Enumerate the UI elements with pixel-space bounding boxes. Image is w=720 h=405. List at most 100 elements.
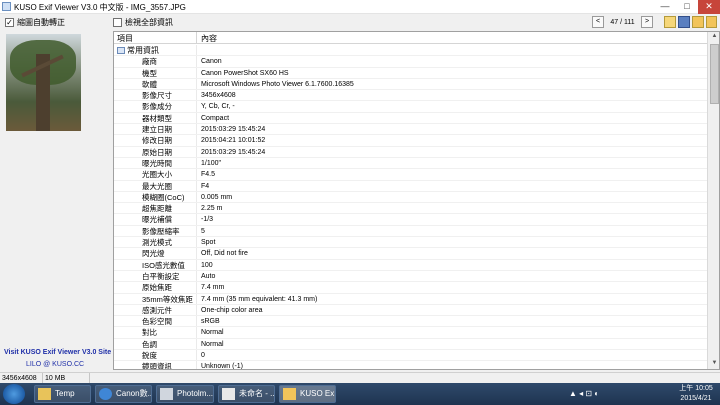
exif-item-value: 100 (201, 261, 213, 269)
export-icon[interactable] (692, 16, 704, 28)
exif-row[interactable]: ISO感光數值 100 (114, 260, 707, 271)
scrollbar-thumb[interactable] (710, 44, 719, 104)
taskbar-item-untitled[interactable]: 未命名 - ... (218, 385, 275, 403)
visit-site-link[interactable]: Visit KUSO Exif Viewer V3.0 Site (4, 349, 111, 356)
exif-item-label: 修改日期 (142, 136, 172, 146)
exif-row[interactable]: 測光模式 Spot (114, 237, 707, 249)
save-icon[interactable] (678, 16, 690, 28)
taskbar-item-browser[interactable]: Canon數... (95, 385, 152, 403)
scroll-down-arrow-icon[interactable]: ▼ (710, 360, 719, 369)
taskbar-item-temp[interactable]: Temp (34, 385, 91, 403)
exif-item-label: 感測元件 (142, 305, 172, 315)
exif-item-label: 軟體 (142, 79, 157, 89)
exif-item-value: 7.4 mm (201, 284, 225, 292)
column-divider[interactable] (196, 32, 197, 44)
folder-icon[interactable] (706, 16, 717, 28)
author-credit: LILO @ KUSO.CC (26, 361, 85, 368)
exif-item-value: Auto (201, 272, 216, 280)
exif-row[interactable]: 白平衡設定 Auto (114, 271, 707, 283)
exif-list[interactable]: 項目 內容 常用資訊 廠商 Canon 機型 Canon PowerShot SX60… (113, 31, 720, 370)
exif-item-label: 廠商 (142, 57, 157, 67)
exif-item-value: Unknown (-1) (201, 363, 244, 370)
exif-item-value: Off, Did not fire (201, 250, 248, 258)
exif-row[interactable]: 光圈大小 F4.5 (114, 169, 707, 181)
exif-row[interactable]: 鏡頭資訊 Unknown (-1) (114, 361, 707, 370)
list-header: 項目 內容 (114, 32, 707, 44)
exif-item-label: 白平衡設定 (142, 271, 180, 281)
exif-item-value: 7.4 mm (35 mm equivalent: 41.3 mm) (201, 295, 318, 303)
auto-rotate-checkbox[interactable]: ✓ 縮圖自動轉正 (5, 17, 65, 28)
title-bar[interactable]: KUSO Exif Viewer V3.0 中文版 - IMG_3557.JPG… (0, 0, 720, 14)
exif-item-label: 器材類型 (142, 113, 172, 123)
exif-row[interactable]: 影像壓縮率 5 (114, 226, 707, 238)
taskbar-clock[interactable]: 上午 10:05 2015/4/21 (674, 384, 718, 404)
exif-row[interactable]: 模糊圈(CoC) 0.005 mm (114, 192, 707, 204)
exif-item-value: 2.25 m (201, 205, 223, 213)
exif-row[interactable]: 35mm等效焦距 7.4 mm (35 mm equivalent: 41.3 m… (114, 294, 707, 305)
exif-item-value: Compact (201, 114, 230, 122)
exif-item-value: F4 (201, 182, 210, 190)
window-title: KUSO Exif Viewer V3.0 中文版 - IMG_3557.JPG (14, 3, 186, 12)
exif-item-label: 機型 (142, 68, 157, 78)
image-counter: 47 / 111 (610, 19, 635, 26)
taskbar: Temp Canon數... Photolm... 未命名 - ... KUSO… (0, 383, 720, 405)
exif-row[interactable]: 影像尺寸 3456x4608 (114, 90, 707, 102)
exif-row[interactable]: 感測元件 One-chip color area (114, 305, 707, 317)
clock-time: 上午 10:05 (679, 385, 713, 392)
start-button[interactable] (3, 384, 25, 404)
previous-image-button[interactable]: < (592, 16, 604, 28)
exif-item-value: Canon PowerShot SX60 HS (201, 69, 289, 77)
exif-row[interactable]: 原始日期 2015:03:29 15:45:24 (114, 147, 707, 158)
taskbar-item-kuso[interactable]: KUSO Ex... (279, 385, 336, 403)
exif-row[interactable]: 曝光補償 -1/3 (114, 214, 707, 226)
exif-row[interactable]: 最大光圈 F4 (114, 181, 707, 192)
exif-rows: 常用資訊 廠商 Canon 機型 Canon PowerShot SX60 HS 軟體 M… (114, 45, 707, 370)
exif-row[interactable]: 廠商 Canon (114, 56, 707, 68)
checkbox-box[interactable] (113, 18, 122, 27)
exif-item-value: 0.005 mm (201, 193, 233, 201)
exif-row[interactable]: 影像成分 Y, Cb, Cr, - (114, 101, 707, 113)
exif-row[interactable]: 建立日期 2015:03:29 15:45:24 (114, 124, 707, 136)
paint-icon (222, 388, 235, 400)
app-icon (2, 2, 11, 11)
exif-row[interactable]: 原始焦距 7.4 mm (114, 282, 707, 294)
exif-row[interactable]: 曝光時間 1/100" (114, 158, 707, 170)
photo-thumbnail[interactable] (6, 34, 81, 131)
exif-item-value: Microsoft Windows Photo Viewer 6.1.7600.… (201, 80, 354, 88)
exif-row[interactable]: 閃光燈 Off, Did not fire (114, 248, 707, 260)
exif-row[interactable]: 銳度 0 (114, 350, 707, 362)
show-all-checkbox[interactable]: 檢視全部資訊 (113, 17, 173, 28)
scroll-up-arrow-icon[interactable]: ▲ (710, 33, 719, 42)
checkbox-box[interactable]: ✓ (5, 18, 14, 27)
exif-row[interactable]: 機型 Canon PowerShot SX60 HS (114, 68, 707, 79)
exif-item-value: 2015:04:21 10:01:52 (201, 137, 266, 145)
exif-row[interactable]: 超焦距離 2.25 m (114, 203, 707, 215)
exif-item-label: 測光模式 (142, 238, 172, 248)
close-button[interactable]: ✕ (698, 0, 720, 14)
column-header-item[interactable]: 項目 (117, 33, 133, 44)
exif-row[interactable]: 器材類型 Compact (114, 113, 707, 125)
minimize-button[interactable]: — (654, 0, 676, 14)
task-label: KUSO Ex... (300, 389, 335, 398)
next-image-button[interactable]: > (641, 16, 653, 28)
exif-row[interactable]: 色彩空間 sRGB (114, 316, 707, 328)
clock-date: 2015/4/21 (680, 395, 712, 402)
show-all-label: 檢視全部資訊 (125, 18, 173, 27)
exif-row[interactable]: 對比 Normal (114, 327, 707, 339)
exif-row[interactable]: 軟體 Microsoft Windows Photo Viewer 6.1.760… (114, 79, 707, 91)
exif-item-label: 光圈大小 (142, 170, 172, 180)
group-row[interactable]: 常用資訊 (114, 45, 707, 57)
system-tray-icons[interactable]: ▲ ◂ ⊡ ◐ (569, 389, 599, 398)
exif-item-label: 影像尺寸 (142, 91, 172, 101)
exif-row[interactable]: 修改日期 2015:04:21 10:01:52 (114, 135, 707, 147)
exif-row[interactable]: 色調 Normal (114, 339, 707, 351)
taskbar-item-photoimpact[interactable]: Photolm... (156, 385, 214, 403)
exif-item-label: 對比 (142, 328, 157, 338)
column-header-content[interactable]: 內容 (201, 33, 217, 44)
exif-item-value: Y, Cb, Cr, - (201, 103, 235, 111)
open-folder-icon[interactable] (664, 16, 676, 28)
browser-icon (99, 388, 112, 400)
maximize-button[interactable]: □ (676, 0, 698, 14)
exif-item-label: 模糊圈(CoC) (142, 192, 185, 202)
vertical-scrollbar[interactable]: ▲ ▼ (707, 32, 719, 369)
